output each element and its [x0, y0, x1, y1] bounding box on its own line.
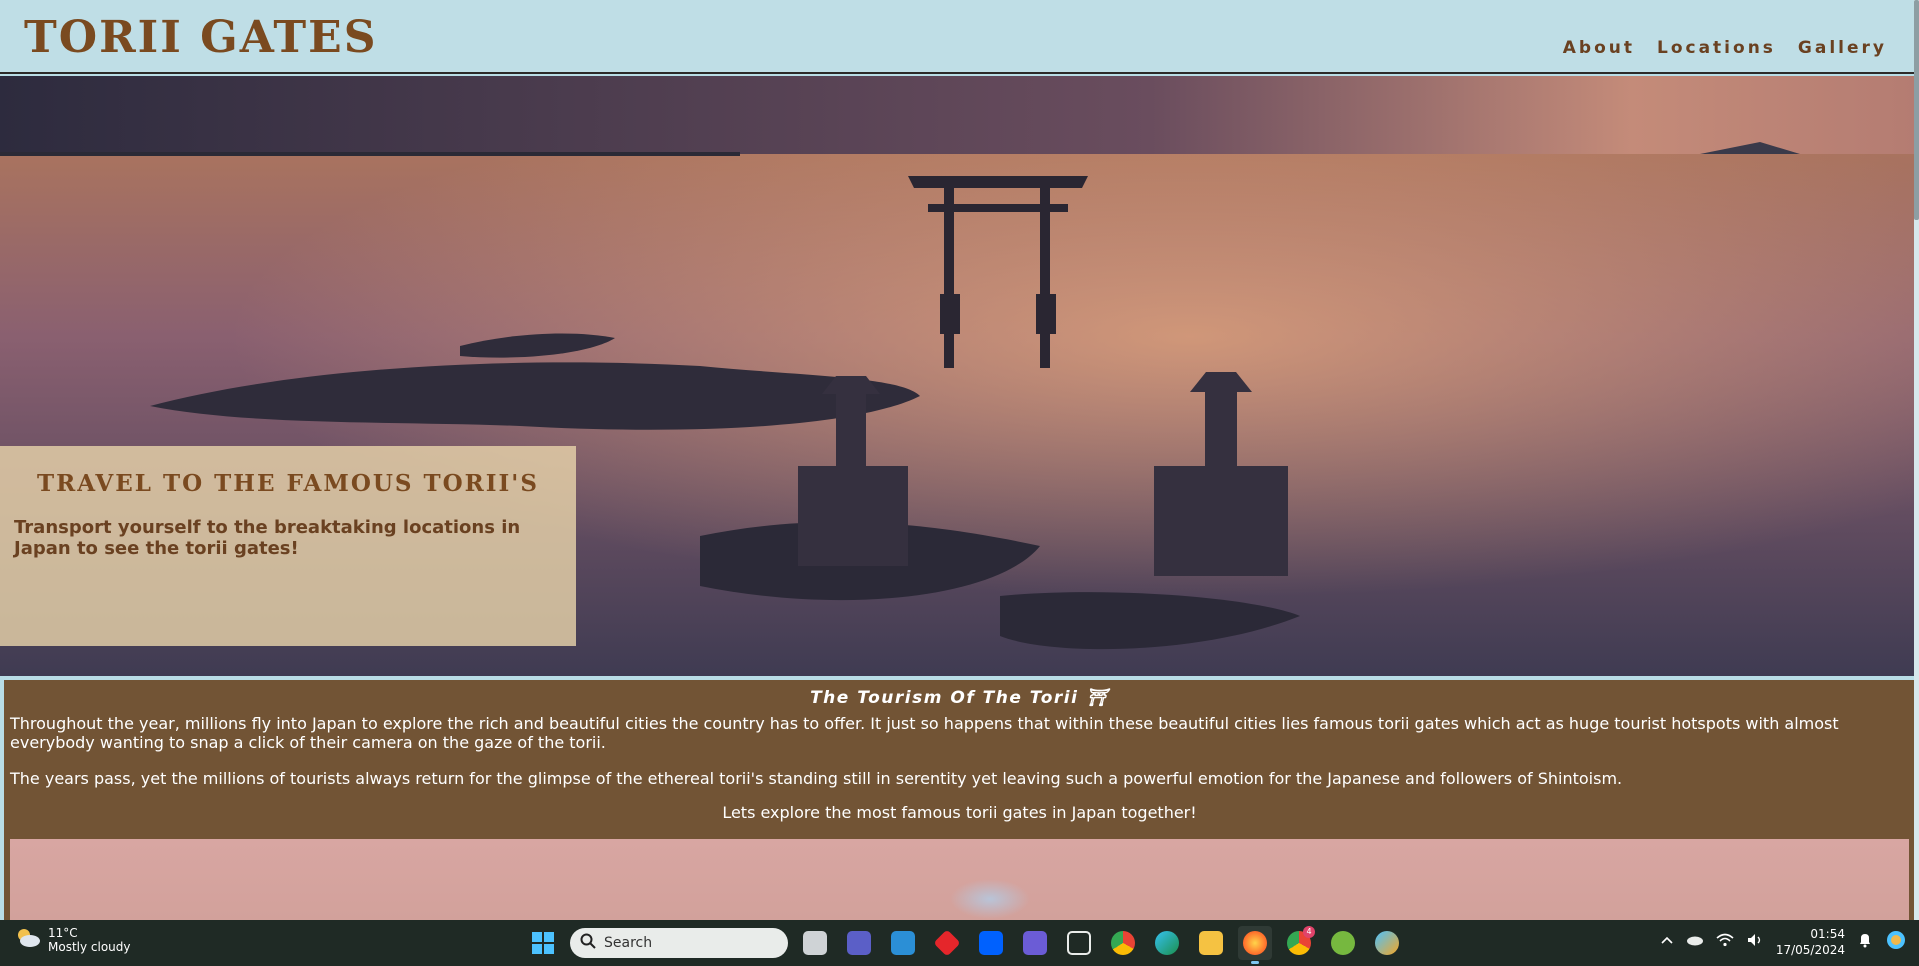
task-view-icon	[803, 931, 827, 955]
teams-icon	[847, 931, 871, 955]
cloud-shape	[950, 879, 1030, 919]
weather-widget[interactable]: 11°C Mostly cloudy	[14, 926, 131, 955]
onedrive-cloud-icon[interactable]	[1686, 934, 1704, 950]
main-nav: About Locations Gallery	[1563, 38, 1887, 58]
task-view-button[interactable]	[798, 926, 832, 960]
site-logo[interactable]: TORII GATES	[24, 12, 377, 63]
lightning-icon	[1067, 931, 1091, 955]
gallery-preview-image	[10, 839, 1909, 920]
folder-icon	[1199, 931, 1223, 955]
chrome-profile-app[interactable]: 4	[1282, 926, 1316, 960]
volume-icon[interactable]	[1746, 933, 1764, 951]
search-icon	[580, 933, 596, 953]
globe-icon	[1375, 931, 1399, 955]
paragraph-intro: Throughout the year, millions fly into J…	[10, 714, 1839, 752]
taskbar-search-box[interactable]: Search	[570, 928, 788, 958]
weather-description: Mostly cloudy	[48, 940, 131, 954]
system-tray: 01:54 17/05/2024	[1660, 926, 1907, 958]
store-icon	[891, 931, 915, 955]
hero-card: TRAVEL TO THE FAMOUS TORII'S Transport y…	[0, 446, 576, 646]
teams-app[interactable]	[842, 926, 876, 960]
paragraph-tourists: The years pass, yet the millions of tour…	[10, 769, 1623, 788]
red-diamond-icon	[933, 929, 961, 957]
nav-link-about[interactable]: About	[1563, 38, 1635, 58]
edge-icon	[1155, 931, 1179, 955]
site-header: TORII GATES About Locations Gallery	[0, 0, 1919, 74]
start-button[interactable]	[526, 926, 560, 960]
hexagon-app[interactable]	[1018, 926, 1052, 960]
edge-app[interactable]	[1150, 926, 1184, 960]
copilot-icon[interactable]	[1885, 929, 1907, 955]
clock-time: 01:54	[1810, 927, 1845, 941]
search-placeholder: Search	[604, 935, 653, 951]
hero-banner: TRAVEL TO THE FAMOUS TORII'S Transport y…	[0, 76, 1919, 676]
cloudy-weather-icon	[14, 926, 42, 955]
weather-temperature: 11°C	[48, 926, 78, 940]
dropbox-app[interactable]	[974, 926, 1008, 960]
lightning-app[interactable]	[1062, 926, 1096, 960]
chevron-up-icon[interactable]	[1660, 933, 1674, 951]
hexagon-icon	[1023, 931, 1047, 955]
store-app[interactable]	[886, 926, 920, 960]
chrome-app[interactable]	[1106, 926, 1140, 960]
globe-app[interactable]	[1370, 926, 1404, 960]
firefox-app[interactable]	[1238, 926, 1272, 964]
windows-icon	[532, 932, 554, 954]
section-cta-text: Lets explore the most famous torii gates…	[722, 803, 1197, 822]
tourism-section: The Tourism Of The Torii ⛩ Throughout th…	[4, 680, 1915, 920]
notification-badge: 4	[1303, 926, 1315, 938]
clock-widget[interactable]: 01:54 17/05/2024	[1776, 926, 1845, 958]
dropbox-icon	[979, 931, 1003, 955]
notification-bell-icon[interactable]	[1857, 932, 1873, 952]
utorrent-icon	[1331, 931, 1355, 955]
active-indicator	[1251, 961, 1259, 964]
hero-title: TRAVEL TO THE FAMOUS TORII'S	[37, 470, 539, 497]
section-title: The Tourism Of The Torii ⛩	[810, 688, 1109, 708]
hero-subtitle: Transport yourself to the breaktaking lo…	[14, 517, 521, 559]
taskbar-center: Search 4	[526, 926, 1404, 964]
nav-link-gallery[interactable]: Gallery	[1798, 38, 1887, 58]
windows-taskbar: 11°C Mostly cloudy Search 4 01:54 17/05/…	[0, 920, 1919, 966]
firefox-icon	[1243, 931, 1267, 955]
utorrent-app[interactable]	[1326, 926, 1360, 960]
nav-link-locations[interactable]: Locations	[1657, 38, 1776, 58]
chrome-icon	[1111, 931, 1135, 955]
scrollbar-thumb[interactable]	[1914, 0, 1919, 220]
page-scrollbar[interactable]	[1914, 0, 1919, 920]
red-diamond-app[interactable]	[930, 926, 964, 960]
wifi-icon[interactable]	[1716, 933, 1734, 951]
file-explorer-app[interactable]	[1194, 926, 1228, 960]
clock-date: 17/05/2024	[1775, 943, 1845, 957]
